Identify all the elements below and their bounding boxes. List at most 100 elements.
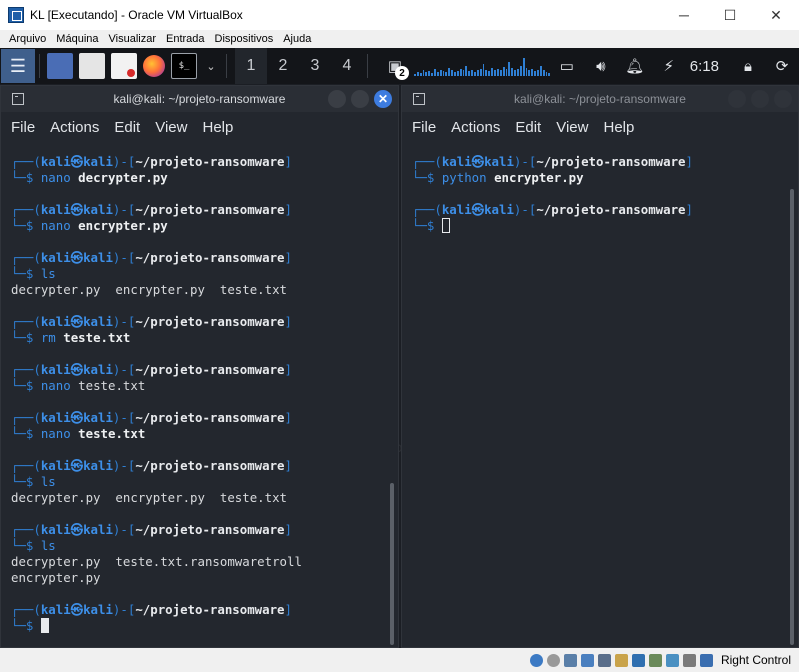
menu-edit[interactable]: Edit bbox=[114, 119, 140, 136]
network-icon[interactable] bbox=[580, 653, 594, 667]
prompt-bracket: └─$ bbox=[11, 170, 41, 185]
terminal-output[interactable]: ┌──(kali㉿kali)-[~/projeto-ransomware] └─$… bbox=[1, 142, 386, 647]
show-desktop-icon[interactable] bbox=[47, 53, 73, 79]
menu-file[interactable]: File bbox=[412, 119, 436, 136]
panel-clock[interactable]: 6:18 bbox=[686, 58, 731, 75]
prompt-line: ┌──(kali㉿kali)-[~/projeto-ransomware] bbox=[11, 602, 386, 618]
terminal-scrollbar[interactable] bbox=[390, 483, 394, 645]
close-icon[interactable]: ✕ bbox=[374, 90, 392, 108]
shared-folders-icon[interactable] bbox=[614, 653, 628, 667]
menu-visualizar[interactable]: Visualizar bbox=[104, 33, 162, 45]
prompt-bracket: └─$ bbox=[11, 378, 41, 393]
kali-dragon-menu-icon[interactable]: ☰ bbox=[1, 49, 35, 83]
prompt-bracket: └─$ bbox=[412, 218, 442, 233]
command-line: └─$ nano teste.txt bbox=[11, 378, 386, 394]
prompt-bracket: ] bbox=[284, 522, 292, 537]
menu-view[interactable]: View bbox=[556, 119, 588, 136]
prompt-bracket: )-[ bbox=[112, 410, 136, 425]
menu-actions[interactable]: Actions bbox=[451, 119, 500, 136]
network-graph-bar bbox=[511, 68, 514, 76]
text-editor-icon[interactable] bbox=[111, 53, 137, 79]
workspace-2[interactable]: 2 bbox=[267, 48, 299, 84]
window-list-button[interactable]: ▣ 2 bbox=[380, 48, 410, 84]
terminal-launcher-icon[interactable]: $_ bbox=[171, 53, 197, 79]
prompt-bracket: )-[ bbox=[112, 202, 136, 217]
command-line: └─$ bbox=[11, 618, 386, 634]
workspace-1[interactable]: 1 bbox=[235, 48, 267, 84]
prompt-user: kali㉿kali bbox=[40, 314, 113, 329]
network-graph-bar bbox=[534, 71, 536, 76]
command-line: └─$ nano encrypter.py bbox=[11, 218, 386, 234]
menu-dispositivos[interactable]: Dispositivos bbox=[210, 33, 279, 45]
menu-arquivo[interactable]: Arquivo bbox=[4, 33, 51, 45]
maximize-button[interactable] bbox=[351, 90, 369, 108]
prompt-bracket: └─$ bbox=[11, 218, 41, 233]
prompt-line: ┌──(kali㉿kali)-[~/projeto-ransomware] bbox=[11, 154, 386, 170]
command-argument: teste.txt bbox=[63, 330, 131, 345]
network-graph-bar bbox=[445, 72, 448, 76]
minimize-button[interactable]: ─ bbox=[661, 0, 707, 30]
command-name: nano bbox=[40, 378, 71, 393]
mouse-integration-icon[interactable] bbox=[682, 653, 696, 667]
prompt-user: kali㉿kali bbox=[40, 522, 113, 537]
menu-help[interactable]: Help bbox=[202, 119, 233, 136]
prompt-bracket: ┌──( bbox=[11, 410, 41, 425]
menu-maquina[interactable]: Máquina bbox=[51, 33, 103, 45]
terminal-titlebar[interactable]: kali@kali: ~/projeto-ransomware bbox=[402, 86, 798, 112]
terminal-window-left[interactable]: kali@kali: ~/projeto-ransomware ✕ File A… bbox=[0, 85, 399, 648]
display-icon[interactable] bbox=[631, 653, 645, 667]
close-button[interactable] bbox=[774, 90, 792, 108]
workspace-3[interactable]: 3 bbox=[299, 48, 331, 84]
network-graph-bar bbox=[536, 70, 539, 76]
menu-view[interactable]: View bbox=[155, 119, 187, 136]
network-graph-bar bbox=[474, 72, 476, 76]
command-name: nano bbox=[40, 426, 71, 441]
network-graph-bar bbox=[468, 71, 471, 76]
prompt-user: kali㉿kali bbox=[40, 410, 113, 425]
maximize-button[interactable] bbox=[751, 90, 769, 108]
panel-separator bbox=[39, 54, 40, 78]
optical-drive-icon[interactable] bbox=[546, 653, 560, 667]
menu-edit[interactable]: Edit bbox=[515, 119, 541, 136]
terminal-scrollbar[interactable] bbox=[790, 189, 794, 645]
terminal-window-right[interactable]: kali@kali: ~/projeto-ransomware File Act… bbox=[401, 85, 799, 648]
display-icon[interactable]: ▭ bbox=[550, 48, 584, 84]
menu-entrada[interactable]: Entrada bbox=[161, 33, 210, 45]
command-argument: encrypter.py bbox=[494, 170, 584, 185]
cpu-icon[interactable] bbox=[665, 653, 679, 667]
menu-file[interactable]: File bbox=[11, 119, 35, 136]
prompt-path: ~/projeto-ransomware bbox=[135, 154, 285, 169]
notification-badge: 2 bbox=[395, 66, 409, 80]
power-manager-icon[interactable]: ⚡︎ bbox=[652, 48, 686, 84]
text-cursor bbox=[40, 618, 49, 633]
menu-actions[interactable]: Actions bbox=[50, 119, 99, 136]
hard-disk-icon[interactable] bbox=[529, 653, 543, 667]
notifications-bell-icon[interactable]: 🔔︎ bbox=[618, 48, 652, 84]
close-button[interactable]: ✕ bbox=[753, 0, 799, 30]
usb-icon[interactable] bbox=[597, 653, 611, 667]
chevron-down-icon[interactable]: ⌄ bbox=[203, 53, 219, 79]
network-graph-bar bbox=[482, 64, 485, 76]
prompt-bracket: ] bbox=[685, 202, 693, 217]
prompt-bracket: ] bbox=[284, 154, 292, 169]
network-graph-bar bbox=[542, 70, 545, 76]
maximize-button[interactable]: ☐ bbox=[707, 0, 753, 30]
recording-icon[interactable] bbox=[648, 653, 662, 667]
menu-ajuda[interactable]: Ajuda bbox=[278, 33, 316, 45]
terminal-output[interactable]: ┌──(kali㉿kali)-[~/projeto-ransomware] └─$… bbox=[402, 142, 786, 647]
command-name: rm bbox=[40, 330, 56, 345]
terminal-titlebar[interactable]: kali@kali: ~/projeto-ransomware ✕ bbox=[1, 86, 398, 112]
minimize-button[interactable] bbox=[328, 90, 346, 108]
logout-icon[interactable]: ⟳ bbox=[765, 48, 799, 84]
network-graph-bar bbox=[456, 71, 459, 76]
firefox-icon[interactable] bbox=[143, 55, 165, 77]
workspace-4[interactable]: 4 bbox=[331, 48, 363, 84]
volume-icon[interactable]: 🔊︎ bbox=[584, 48, 618, 84]
audio-icon[interactable] bbox=[563, 653, 577, 667]
minimize-button[interactable] bbox=[728, 90, 746, 108]
file-manager-icon[interactable] bbox=[79, 53, 105, 79]
lock-screen-icon[interactable]: 🔒︎ bbox=[731, 48, 765, 84]
vb-menubar: Arquivo Máquina Visualizar Entrada Dispo… bbox=[0, 30, 799, 48]
menu-help[interactable]: Help bbox=[603, 119, 634, 136]
